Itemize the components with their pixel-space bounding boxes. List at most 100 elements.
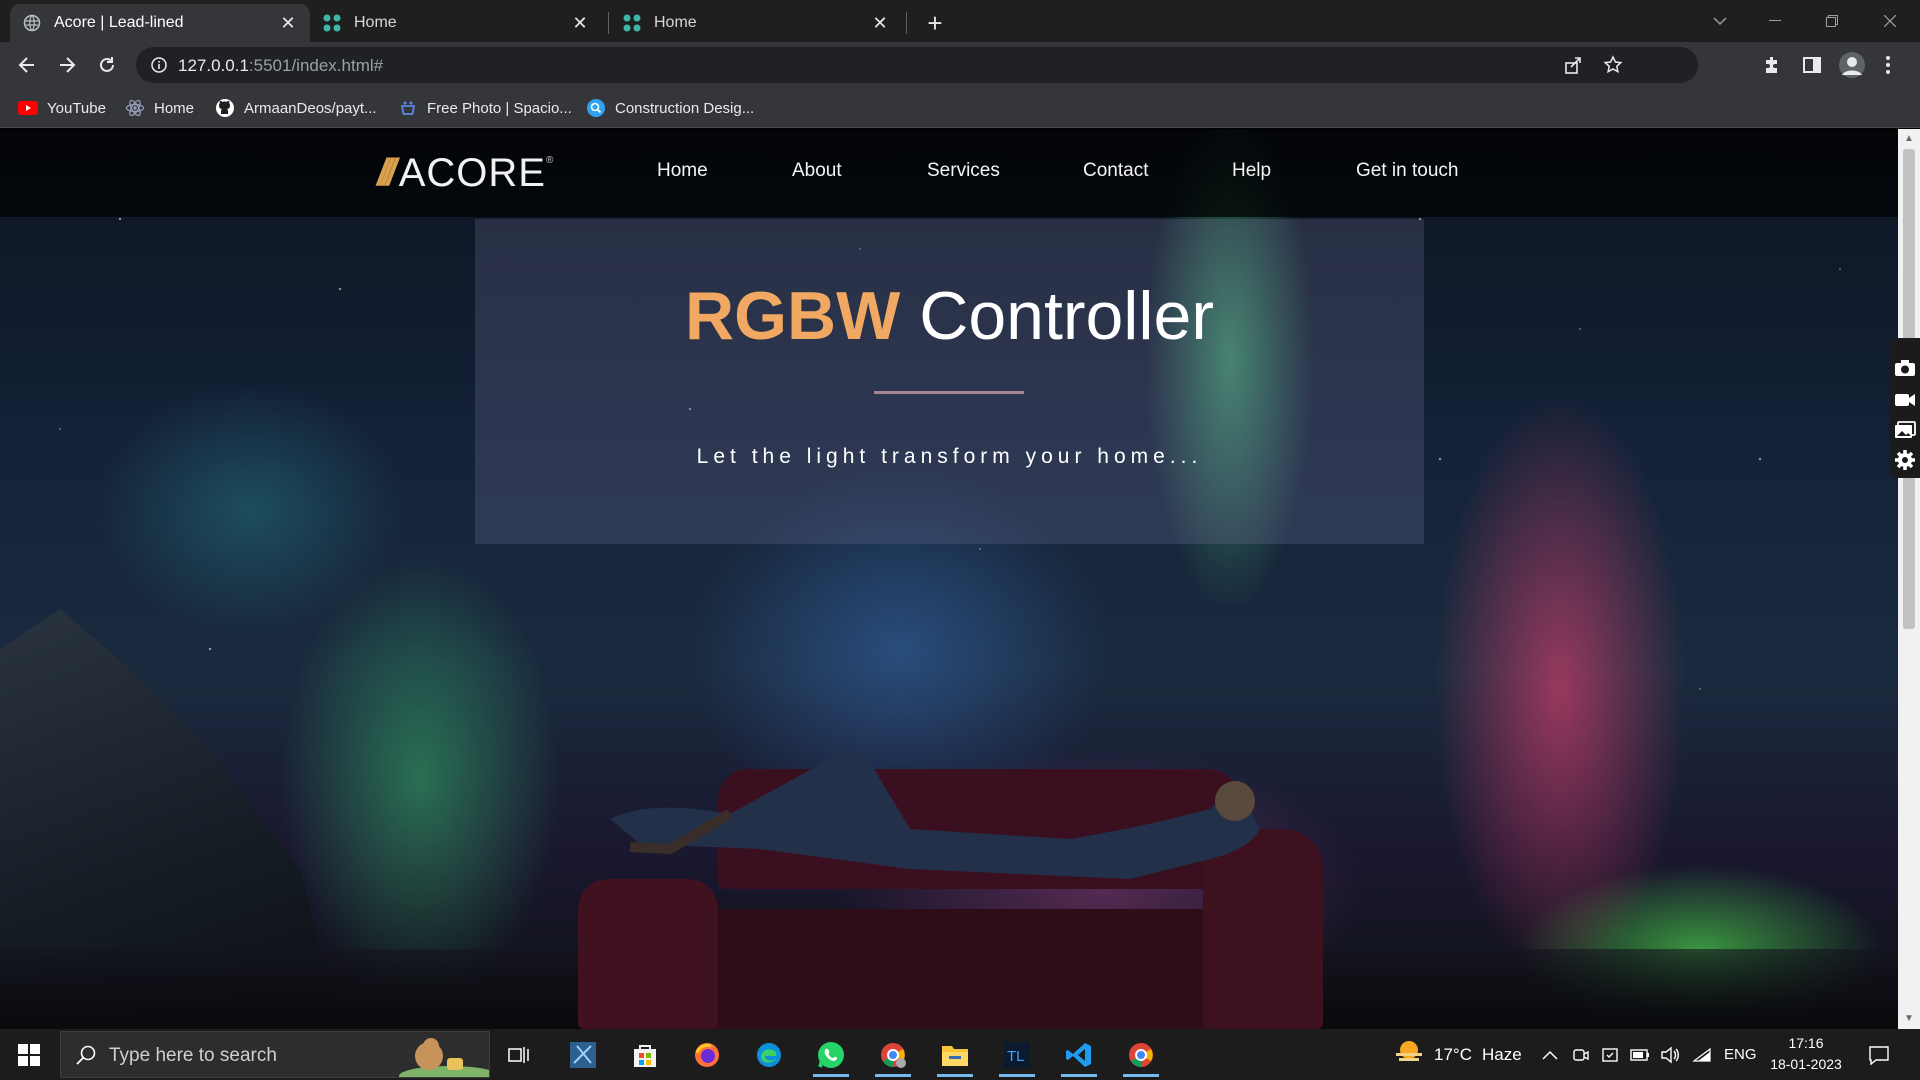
bookmark-label: YouTube [47, 99, 106, 117]
windows-start-icon[interactable] [0, 1029, 58, 1080]
volume-icon[interactable] [1660, 1029, 1680, 1080]
bookmark-freepik[interactable]: Free Photo | Spacio... [398, 97, 572, 119]
tab-acore[interactable]: Acore | Lead-lined ✕ [10, 4, 310, 42]
tab-home-2[interactable]: Home ✕ [610, 4, 902, 42]
bookmark-label: Free Photo | Spacio... [427, 99, 572, 117]
site-info-icon[interactable] [150, 56, 168, 74]
svg-text:TL: TL [1007, 1048, 1025, 1065]
hero-panel: RGBW Controller Let the light transform … [475, 219, 1424, 544]
profile-avatar[interactable] [1836, 49, 1868, 81]
scroll-up-arrow-icon[interactable]: ▲ [1903, 133, 1915, 145]
logo-registered-mark: ® [545, 155, 554, 166]
hero-title-rest: Controller [900, 278, 1214, 354]
bookmark-label: ArmaanDeos/payt... [244, 99, 377, 117]
taskbar-clock[interactable]: 17:16 18-01-2023 [1764, 1033, 1848, 1075]
page-scrollbar[interactable]: ▲ ▼ [1898, 129, 1920, 1029]
weather-desc: Haze [1481, 1044, 1522, 1064]
logo-text: ACORE [398, 150, 546, 195]
nav-services[interactable]: Services [927, 160, 1000, 182]
acore-logo[interactable]: /// ACORE ® [377, 151, 553, 195]
clock-time: 17:16 [1788, 1035, 1824, 1051]
tab-search-chevron-icon[interactable] [1700, 6, 1740, 36]
hero-divider [874, 391, 1024, 394]
close-tab-icon[interactable]: ✕ [870, 13, 890, 33]
edge-icon[interactable] [743, 1032, 795, 1077]
vscode-icon[interactable] [1053, 1032, 1105, 1077]
close-window-icon[interactable] [1870, 6, 1910, 36]
chrome-menu-icon[interactable] [1872, 49, 1904, 81]
bookmark-star-icon[interactable] [1602, 54, 1624, 76]
forward-icon[interactable] [51, 49, 83, 81]
tab-separator [608, 12, 609, 34]
settings-gear-icon[interactable] [1893, 448, 1917, 472]
globe-icon [22, 13, 42, 33]
nav-about[interactable]: About [792, 160, 842, 182]
capture-extension-toolbar [1889, 338, 1920, 478]
share-icon[interactable] [1562, 54, 1584, 76]
nav-help[interactable]: Help [1232, 160, 1271, 182]
bookmark-construction[interactable]: Construction Desig... [586, 97, 754, 119]
hero-tagline: Let the light transform your home... [696, 445, 1203, 468]
close-tab-icon[interactable]: ✕ [570, 13, 590, 33]
dots-grid-icon [322, 13, 342, 33]
browser-tab-strip: Acore | Lead-lined ✕ Home ✕ Home ✕ + [0, 0, 1920, 42]
extensions-puzzle-icon[interactable] [1756, 49, 1788, 81]
bookmarks-bar: YouTube Home ArmaanDeos/payt... Free Pho… [0, 88, 1920, 128]
taskbar-search-box[interactable]: Type here to search [60, 1031, 490, 1078]
back-icon[interactable] [11, 49, 43, 81]
bookmark-home[interactable]: Home [125, 97, 194, 119]
nav-contact[interactable]: Contact [1083, 160, 1148, 182]
chrome-icon[interactable] [1115, 1032, 1167, 1077]
gallery-icon[interactable] [1893, 418, 1917, 442]
react-icon [125, 98, 145, 118]
hero-title-accent: RGBW [685, 278, 901, 354]
defender-icon[interactable] [1601, 1029, 1619, 1080]
language-indicator[interactable]: ENG [1724, 1029, 1757, 1080]
task-view-icon[interactable] [493, 1032, 545, 1077]
tab-separator [906, 12, 907, 34]
github-icon [215, 98, 235, 118]
camera-icon[interactable] [1893, 356, 1917, 380]
nav-home[interactable]: Home [657, 160, 708, 182]
show-hidden-icons-chevron-icon[interactable] [1542, 1029, 1558, 1080]
side-panel-icon[interactable] [1796, 49, 1828, 81]
file-explorer-icon[interactable] [929, 1032, 981, 1077]
search-highlight-art [399, 1038, 489, 1077]
address-bar[interactable]: 127.0.0.1:5501/index.html# [136, 47, 1698, 83]
weather-widget[interactable]: 17°C Haze [1394, 1029, 1522, 1080]
wifi-icon[interactable] [1692, 1029, 1712, 1080]
bookmark-label: Construction Desig... [615, 99, 755, 117]
hero-title: RGBW Controller [475, 277, 1424, 355]
close-tab-icon[interactable]: ✕ [278, 13, 298, 33]
windows-taskbar: Type here to search TL 17°C Haze ENG 17:… [0, 1029, 1920, 1080]
tab-title: Acore | Lead-lined [54, 14, 184, 31]
reload-icon[interactable] [91, 49, 123, 81]
firefox-icon[interactable] [681, 1032, 733, 1077]
weather-temp: 17°C [1434, 1044, 1472, 1064]
search-icon [75, 1044, 97, 1066]
bookmark-github[interactable]: ArmaanDeos/payt... [215, 97, 377, 119]
tab-home-1[interactable]: Home ✕ [310, 4, 602, 42]
dots-grid-icon [622, 13, 642, 33]
minimize-icon[interactable] [1755, 6, 1795, 36]
notification-center-icon[interactable] [1868, 1029, 1890, 1080]
clock-date: 18-01-2023 [1770, 1056, 1842, 1072]
whatsapp-icon[interactable] [805, 1032, 857, 1077]
sun-haze-icon [1394, 1039, 1424, 1070]
chrome-profile-icon[interactable] [867, 1032, 919, 1077]
scroll-down-arrow-icon[interactable]: ▼ [1903, 1013, 1915, 1025]
meet-now-icon[interactable] [1572, 1029, 1590, 1080]
video-camera-icon[interactable] [1893, 388, 1917, 412]
microsoft-store-icon[interactable] [619, 1032, 671, 1077]
restore-icon[interactable] [1812, 6, 1852, 36]
youtube-icon [18, 98, 38, 118]
nav-get-in-touch[interactable]: Get in touch [1356, 160, 1458, 182]
logo-slashes: /// [377, 151, 397, 194]
search-placeholder: Type here to search [109, 1045, 277, 1066]
snipping-tool-icon[interactable] [557, 1032, 609, 1077]
battery-icon[interactable] [1630, 1029, 1650, 1080]
bookmark-youtube[interactable]: YouTube [18, 97, 106, 119]
new-tab-button[interactable]: + [920, 8, 950, 38]
search-bubble-icon [586, 98, 606, 118]
tl-app-icon[interactable]: TL [991, 1032, 1043, 1077]
